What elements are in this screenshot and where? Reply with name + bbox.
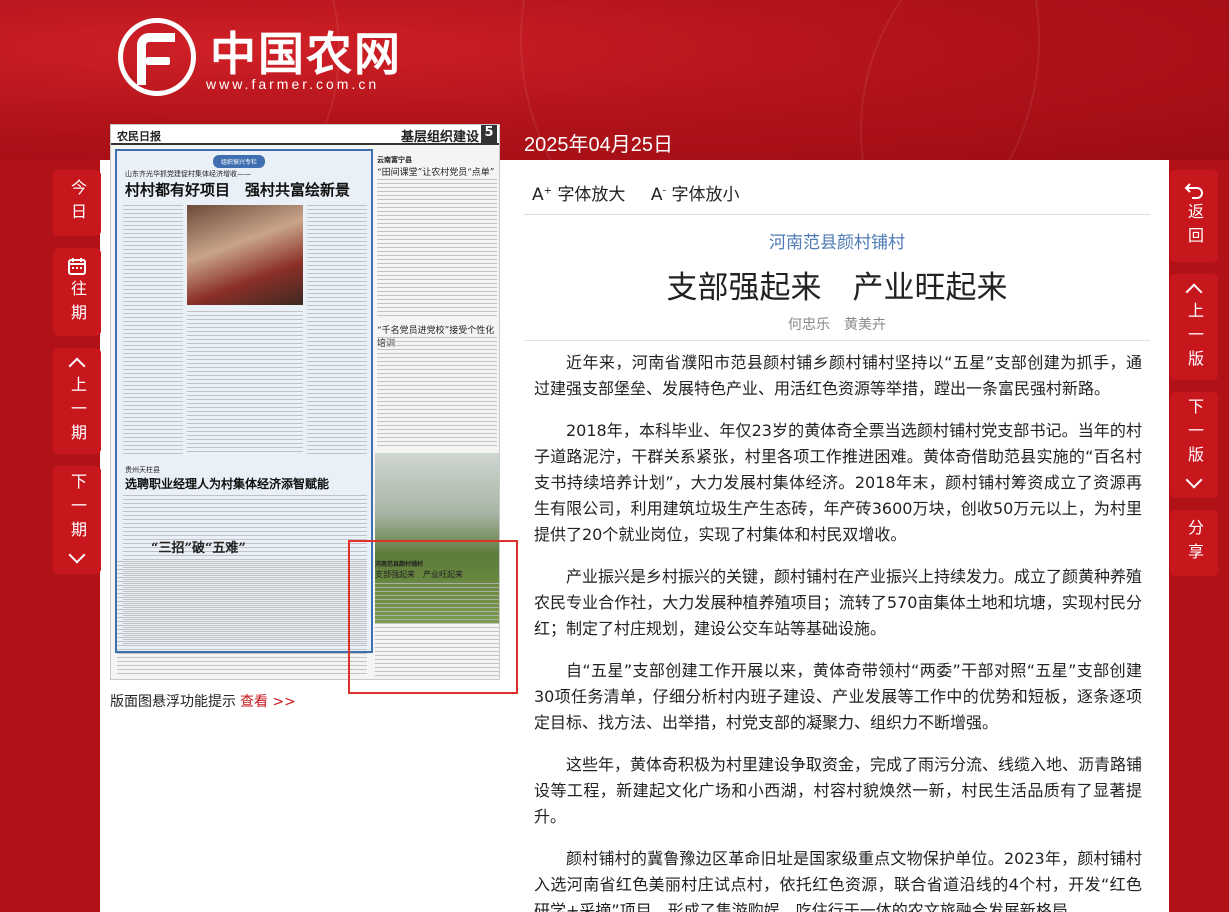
paper-headline: “田间课堂”让农村党员“点单”: [377, 168, 495, 178]
next-issue-label: 下一期: [68, 473, 87, 545]
hover-hint: 版面图悬浮功能提示 查看 >>: [110, 691, 296, 711]
article-paragraph: 这些年，黄体奇积极为村里建设争取资金，完成了雨污分流、线缆入地、沥青路铺设等工程…: [534, 755, 1143, 826]
paper-section-title: 基层组织建设: [400, 130, 479, 145]
next-page-label: 下一版: [1185, 398, 1204, 470]
paper-text-lines: [123, 205, 183, 455]
share-button[interactable]: 分享: [1170, 510, 1218, 576]
font-up-icon: A+: [532, 185, 553, 205]
today-button[interactable]: 今日: [53, 170, 101, 236]
previous-issue-button[interactable]: 上一期: [53, 348, 101, 454]
article-paragraph: 自“五星”支部创建工作开展以来，黄体奇带领村“两委”干部对照“五星”支部创建30…: [534, 661, 1142, 732]
calendar-icon: [68, 258, 86, 275]
return-icon: [1184, 183, 1203, 199]
article-title: 支部强起来 产业旺起来: [666, 270, 1008, 306]
chevron-down-icon: [1185, 471, 1203, 489]
back-button[interactable]: 返回: [1170, 170, 1218, 262]
article-body: 近年来，河南省濮阳市范县颜村铺乡颜村铺村坚持以“五星”支部创建为抓手，通过建强支…: [534, 350, 1142, 912]
hover-hint-link[interactable]: 查看 >>: [240, 694, 296, 710]
font-enlarge-label: 字体放大: [557, 185, 626, 205]
chevron-up-icon: [68, 357, 86, 375]
share-label: 分享: [1185, 519, 1204, 567]
font-size-toolbar: A+ 字体放大 A- 字体放小: [532, 180, 760, 205]
paper-headline: 村村都有好项目 强村共富绘新景: [125, 181, 351, 199]
previous-page-label: 上一版: [1185, 302, 1204, 374]
font-enlarge-button[interactable]: A+ 字体放大: [532, 185, 625, 205]
paper-kicker: 贵州天柱县: [125, 466, 160, 474]
site-url: www.farmer.com.cn: [206, 76, 380, 92]
article-paragraph: 颜村铺村的冀鲁豫边区革命旧址是国家级重点文物保护单位。2023年，颜村铺村入选河…: [534, 849, 1142, 912]
past-issues-label: 往期: [68, 280, 87, 328]
paper-text-lines: [187, 311, 303, 455]
previous-issue-label: 上一期: [68, 376, 87, 448]
hover-hint-text: 版面图悬浮功能提示: [110, 694, 236, 710]
paper-text-lines: [377, 179, 497, 319]
paper-page-number: 5: [481, 125, 497, 143]
back-label: 返回: [1185, 203, 1204, 251]
paper-text-lines: [117, 561, 367, 677]
banner-swirl: [860, 0, 1229, 160]
paper-text-lines: [377, 337, 497, 449]
font-down-icon: A-: [650, 185, 667, 205]
font-shrink-button[interactable]: A- 字体放小: [651, 185, 740, 205]
paper-brand: 农民日报: [117, 130, 161, 143]
title-divider: [524, 340, 1150, 341]
current-article-highlight[interactable]: [348, 540, 518, 694]
next-issue-button[interactable]: 下一期: [53, 466, 101, 574]
toolbar-divider: [524, 214, 1150, 215]
site-name[interactable]: 中国农网: [210, 18, 402, 84]
paper-kicker: 山东齐光华抓党建促村集体经济增收——: [125, 170, 251, 178]
paper-photo: [187, 205, 303, 305]
paper-text-lines: [307, 205, 367, 455]
paper-headline: 选聘职业经理人为村集体经济添智赋能: [125, 477, 330, 491]
paper-headline: “三招”破“五难”: [151, 541, 246, 556]
paper-kicker: 云南富宁县: [377, 156, 412, 164]
article-paragraph: 产业振兴是乡村振兴的关键，颜村铺村在产业振兴上持续发力。成立了颜黄种养殖农民专业…: [534, 567, 1143, 638]
article-paragraph: 近年来，河南省濮阳市范县颜村铺乡颜村铺村坚持以“五星”支部创建为抓手，通过建强支…: [534, 353, 1142, 398]
font-shrink-label: 字体放小: [671, 185, 740, 205]
chevron-down-icon: [68, 546, 86, 564]
previous-page-button[interactable]: 上一版: [1170, 274, 1218, 380]
article-paragraph: 2018年，本科毕业、年仅23岁的黄体奇全票当选颜村铺村党支部书记。当年的村子道…: [534, 421, 1142, 544]
paper-masthead: 农民日报 基层组织建设 5: [111, 125, 499, 145]
next-page-button[interactable]: 下一版: [1170, 392, 1218, 498]
paper-feature-tag: 组织振兴专栏: [213, 155, 266, 168]
past-issues-button[interactable]: 往期: [53, 248, 101, 336]
article-kicker: 河南范县颜村铺村: [769, 233, 905, 253]
article-authors: 何忠乐 黄美卉: [788, 317, 886, 333]
chevron-up-icon: [1185, 283, 1203, 301]
today-label: 今日: [68, 179, 87, 227]
site-logo-icon[interactable]: [118, 18, 196, 96]
issue-date: 2025年04月25日: [524, 134, 673, 156]
